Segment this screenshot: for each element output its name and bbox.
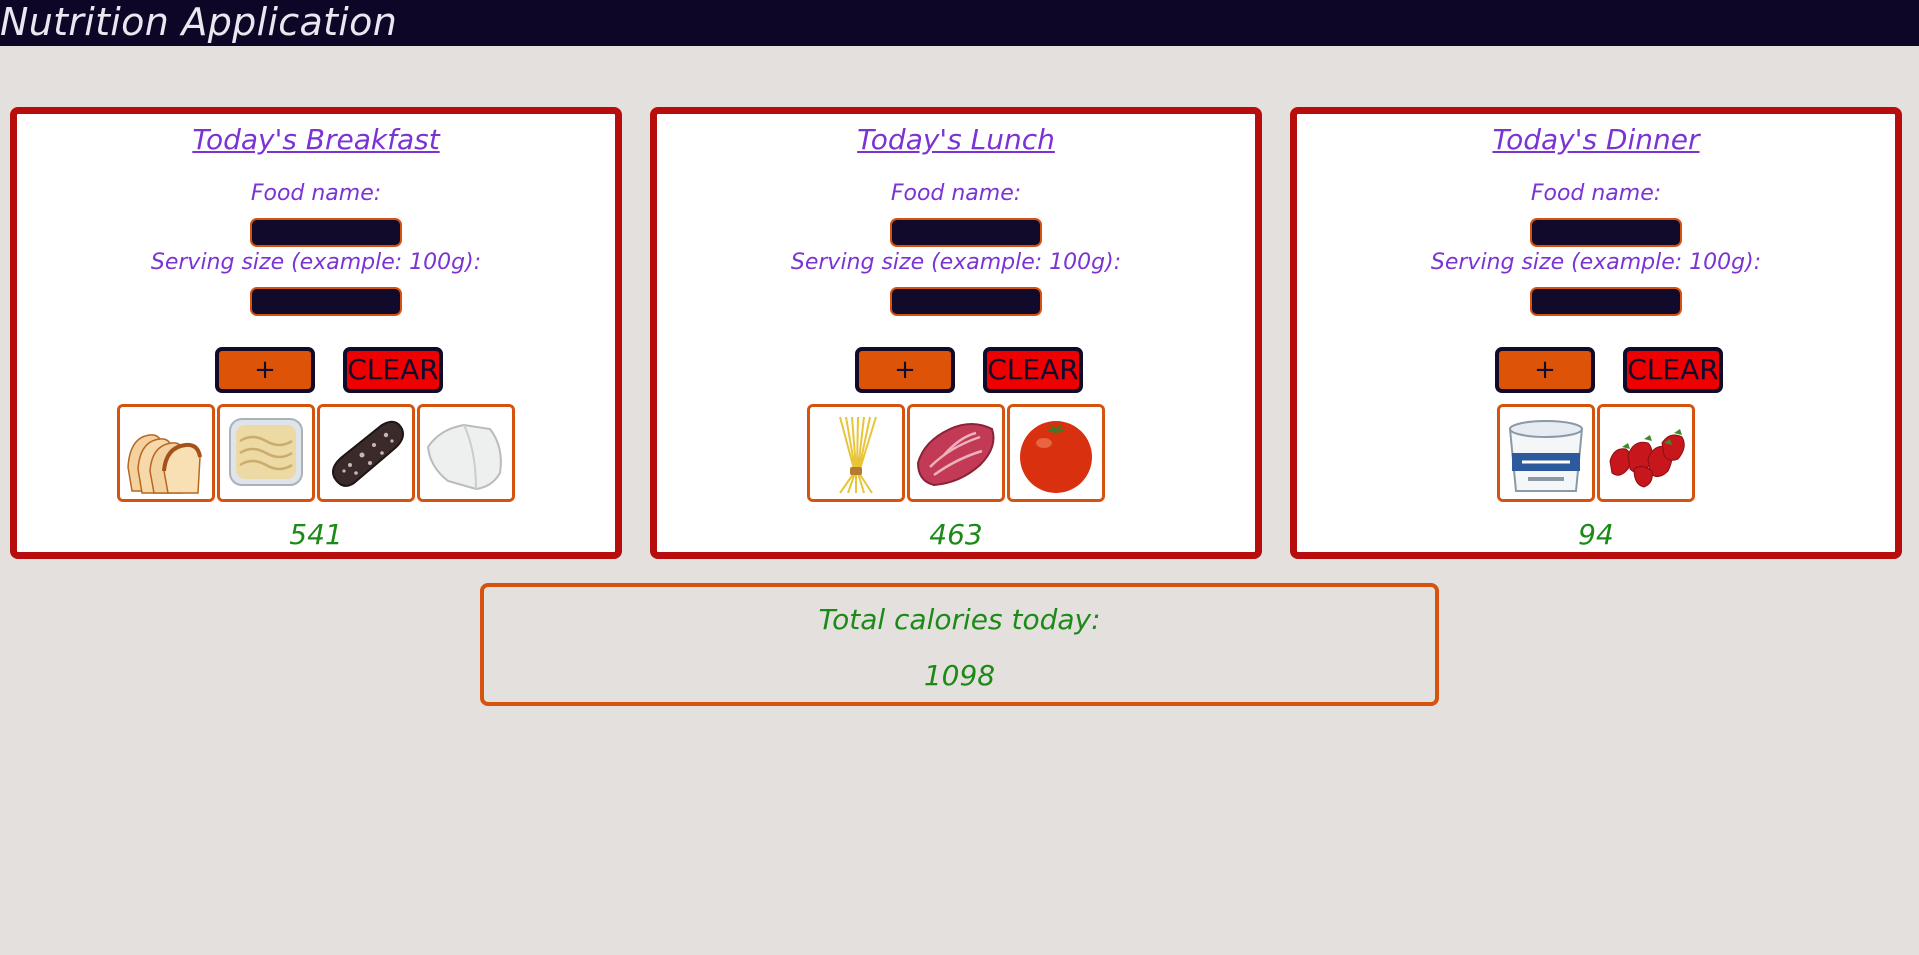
dinner-food-name-input[interactable] <box>1530 218 1682 247</box>
spaghetti-image[interactable] <box>807 404 905 502</box>
breakfast-add-button[interactable]: + <box>215 347 315 393</box>
lunch-food-list <box>657 404 1255 502</box>
lunch-clear-button[interactable]: CLEAR <box>983 347 1083 393</box>
bread-slices-image[interactable] <box>117 404 215 502</box>
soy-yogurt-cup-image[interactable] <box>1497 404 1595 502</box>
breakfast-title: Today's Breakfast <box>192 123 440 156</box>
salami-image[interactable] <box>317 404 415 502</box>
dinner-food-list <box>1297 404 1895 502</box>
breakfast-card: Today's Breakfast Food name: Serving siz… <box>10 107 622 559</box>
total-calories-label: Total calories today: <box>818 603 1101 636</box>
total-calories-value: 1098 <box>923 659 996 692</box>
strawberries-image[interactable] <box>1597 404 1695 502</box>
lunch-card: Today's Lunch Food name: Serving size (e… <box>650 107 1262 559</box>
food-name-label: Food name: <box>250 181 382 206</box>
app-header: Nutrition Application <box>0 0 1919 46</box>
app-title: Nutrition Application <box>0 0 398 44</box>
serving-size-label: Serving size (example: 100g): <box>1430 250 1762 275</box>
butter-tub-image[interactable] <box>217 404 315 502</box>
lunch-food-name-input[interactable] <box>890 218 1042 247</box>
breakfast-calories: 541 <box>289 518 343 551</box>
dinner-add-button[interactable]: + <box>1495 347 1595 393</box>
lunch-title: Today's Lunch <box>857 123 1055 156</box>
lunch-calories: 463 <box>929 518 983 551</box>
dinner-calories: 94 <box>1578 518 1614 551</box>
dinner-card: Today's Dinner Food name: Serving size (… <box>1290 107 1902 559</box>
breakfast-serving-size-input[interactable] <box>250 287 402 316</box>
total-calories-card: Total calories today: 1098 <box>480 583 1439 706</box>
serving-size-label: Serving size (example: 100g): <box>150 250 482 275</box>
breakfast-food-name-input[interactable] <box>250 218 402 247</box>
steak-image[interactable] <box>907 404 1005 502</box>
food-name-label: Food name: <box>890 181 1022 206</box>
food-name-label: Food name: <box>1530 181 1662 206</box>
breakfast-clear-button[interactable]: CLEAR <box>343 347 443 393</box>
dinner-serving-size-input[interactable] <box>1530 287 1682 316</box>
lunch-serving-size-input[interactable] <box>890 287 1042 316</box>
dinner-clear-button[interactable]: CLEAR <box>1623 347 1723 393</box>
dinner-title: Today's Dinner <box>1492 123 1700 156</box>
serving-size-label: Serving size (example: 100g): <box>790 250 1122 275</box>
mozzarella-cheese-image[interactable] <box>417 404 515 502</box>
breakfast-food-list <box>17 404 615 502</box>
tomato-image[interactable] <box>1007 404 1105 502</box>
lunch-add-button[interactable]: + <box>855 347 955 393</box>
